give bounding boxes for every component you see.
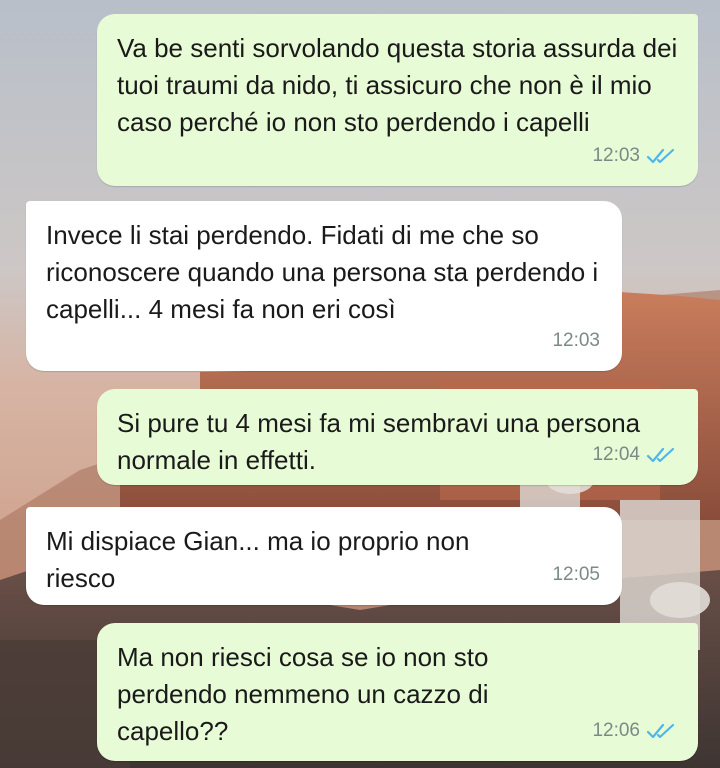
message-meta: 12:04: [592, 436, 676, 473]
message-bubble-outgoing[interactable]: Si pure tu 4 mesi fa mi sembravi una per…: [97, 389, 698, 485]
double-check-icon: [646, 147, 676, 165]
double-check-icon: [646, 722, 676, 740]
message-meta: 12:03: [552, 322, 600, 359]
message-timestamp: 12:03: [552, 330, 600, 351]
message-meta: 12:03: [592, 137, 676, 174]
message-text: Mi dispiace Gian... ma io proprio non ri…: [46, 526, 470, 593]
chat-message-list[interactable]: Va be senti sorvolando questa storia ass…: [0, 0, 720, 768]
message-text: Va be senti sorvolando questa storia ass…: [117, 33, 678, 137]
message-timestamp: 12:03: [592, 145, 640, 166]
double-check-icon: [646, 446, 676, 464]
message-bubble-incoming[interactable]: Invece li stai perdendo. Fidati di me ch…: [26, 201, 622, 371]
message-timestamp: 12:04: [592, 444, 640, 465]
message-bubble-incoming[interactable]: Mi dispiace Gian... ma io proprio non ri…: [26, 507, 622, 605]
message-bubble-outgoing[interactable]: Va be senti sorvolando questa storia ass…: [97, 14, 698, 186]
message-meta: 12:05: [552, 556, 600, 593]
message-timestamp: 12:06: [592, 720, 640, 741]
message-bubble-outgoing[interactable]: Ma non riesci cosa se io non sto perdend…: [97, 623, 698, 761]
message-timestamp: 12:05: [552, 564, 600, 585]
message-text: Invece li stai perdendo. Fidati di me ch…: [46, 220, 599, 324]
message-meta: 12:06: [592, 712, 676, 749]
